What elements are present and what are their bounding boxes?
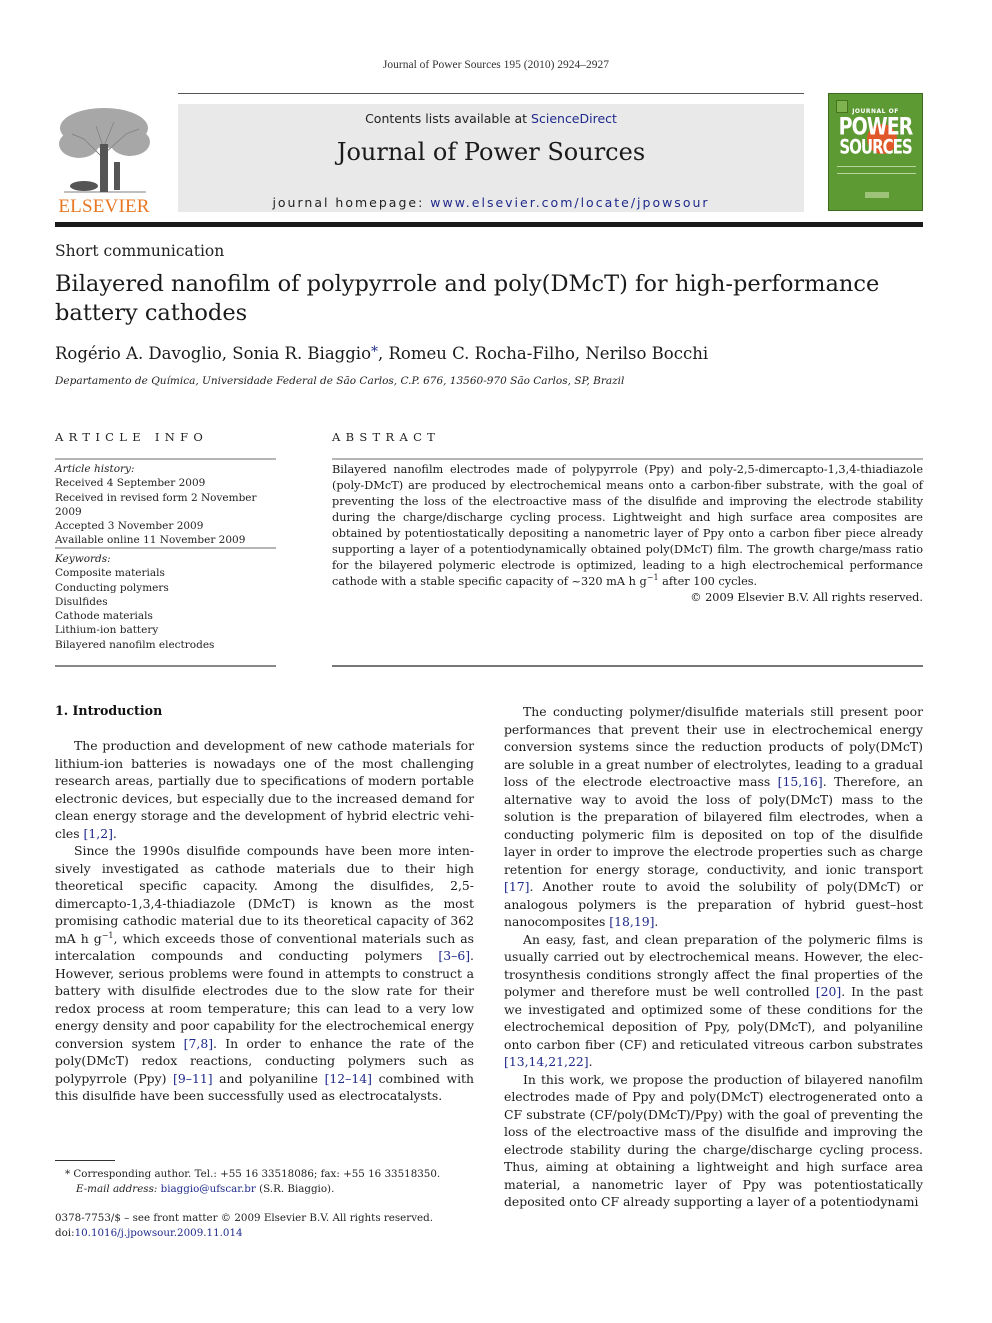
author: , Romeu C. Rocha-Filho, Nerilso Bocchi (378, 344, 709, 363)
article-history: Article history: Received 4 September 20… (55, 462, 285, 548)
history-item: Received in revised form 2 November 2009 (55, 491, 257, 518)
citation-link[interactable]: [1,2] (84, 826, 113, 841)
doi-prefix: doi: (55, 1227, 75, 1239)
abstract-body: Bilayered nanofilm electrodes made of po… (332, 463, 923, 588)
keyword: Bilayered nanofilm electrodes (55, 638, 215, 651)
section-heading-introduction: 1. Introduction (55, 703, 163, 718)
contents-line: Contents lists available at ScienceDirec… (178, 111, 804, 126)
footnote: * Corresponding author. Tel.: +55 16 335… (55, 1167, 485, 1197)
keywords-label: Keywords: (55, 553, 111, 565)
divider (332, 458, 923, 460)
author: Rogério A. Davoglio, (55, 344, 233, 363)
elsevier-wordmark: ELSEVIER (58, 196, 150, 217)
citation-link[interactable]: [12–14] (325, 1071, 372, 1086)
author-list: Rogério A. Davoglio, Sonia R. Biaggio*, … (55, 344, 708, 363)
homepage-prefix: journal homepage: (272, 195, 431, 210)
history-item: Available online 11 November 2009 (55, 534, 246, 547)
abstract-heading: ABSTRACT (332, 430, 441, 444)
text-run: . (654, 914, 659, 929)
article-type: Short communication (55, 242, 225, 260)
article-title: Bilayered nanofilm of polypyrrole and po… (55, 271, 880, 326)
citation-link[interactable]: [13,14,21,22] (504, 1054, 589, 1069)
cover-publisher-mark (865, 192, 889, 198)
body-paragraph: The production and development of new ca… (55, 737, 474, 842)
text-run: . (588, 1054, 593, 1069)
text-run: . Another route to avoid the solubility … (504, 879, 923, 929)
email-suffix: (S.R. Biaggio). (255, 1183, 335, 1195)
cover-subtitle-lines (837, 166, 916, 174)
email-link[interactable]: biaggio@ufscar.br (161, 1183, 256, 1195)
text-run: . Therefore, an alter­native way to avoi… (504, 774, 923, 877)
footnote-rule (55, 1160, 115, 1161)
masthead-thick-rule (55, 222, 923, 227)
cover-line2: SOURCES (839, 135, 912, 159)
text-run: The production and development of new ca… (55, 738, 474, 841)
body-paragraph: The conducting polymer/disulfide materia… (504, 703, 923, 931)
divider (332, 665, 923, 667)
citation-link[interactable]: [17] (504, 879, 529, 894)
keyword: Cathode materials (55, 610, 153, 623)
front-matter: 0378-7753/$ – see front matter © 2009 El… (55, 1211, 485, 1241)
body-paragraph: An easy, fast, and clean preparation of … (504, 931, 923, 1071)
article-info-heading: ARTICLE INFO (55, 430, 209, 444)
abstract-copyright: © 2009 Elsevier B.V. All rights reserved… (690, 591, 923, 604)
divider (55, 547, 276, 549)
issn-line: 0378-7753/$ – see front matter © 2009 El… (55, 1212, 433, 1224)
corresponding-author-link[interactable]: * (371, 344, 378, 360)
citation-link[interactable]: [15,16] (778, 774, 823, 789)
abstract-body-end: after 100 cycles. (658, 575, 758, 588)
body-column-left: The production and development of new ca… (55, 737, 474, 1105)
abstract-text: Bilayered nanofilm electrodes made of po… (332, 462, 923, 590)
superscript: −1 (646, 573, 659, 583)
journal-cover-thumbnail[interactable]: JOURNAL OF POWER SOURCES (828, 93, 923, 211)
keyword: Lithium-ion battery (55, 624, 159, 637)
citation-link[interactable]: [18,19] (609, 914, 654, 929)
elsevier-tree-icon (59, 108, 150, 193)
text-run: , which exceeds those of conventional ma… (55, 930, 474, 964)
citation-link[interactable]: [20] (816, 984, 841, 999)
header-rule (178, 93, 804, 94)
citation-link[interactable]: [3–6] (438, 948, 470, 963)
author-corresponding: Sonia R. Biaggio (232, 344, 372, 363)
history-item: Accepted 3 November 2009 (55, 520, 204, 533)
corresponding-author-note: Corresponding author. Tel.: +55 16 33518… (70, 1168, 441, 1180)
history-item: Received 4 September 2009 (55, 477, 206, 490)
sciencedirect-link[interactable]: ScienceDirect (531, 111, 617, 126)
journal-homepage-line: journal homepage: www.elsevier.com/locat… (178, 195, 804, 210)
divider (55, 665, 276, 667)
affiliation: Departamento de Química, Universidade Fe… (55, 375, 625, 387)
superscript: −1 (101, 930, 114, 940)
doi-link[interactable]: 10.1016/j.jpowsour.2009.11.014 (75, 1227, 243, 1239)
keyword: Conducting polymers (55, 581, 169, 594)
keyword: Composite materials (55, 567, 165, 580)
article-history-label: Article history: (55, 463, 135, 475)
keywords: Keywords: Composite materials Conducting… (55, 552, 285, 652)
journal-title: Journal of Power Sources (336, 138, 646, 166)
text-run: In this work, we propose the production … (504, 1071, 923, 1210)
contents-prefix: Contents lists available at (365, 111, 532, 126)
journal-homepage-link[interactable]: www.elsevier.com/locate/jpowsour (430, 195, 709, 210)
elsevier-logo[interactable]: ELSEVIER (52, 104, 156, 217)
keyword: Disulfides (55, 595, 108, 608)
email-label: E-mail address: (76, 1183, 158, 1195)
text-run: . (112, 825, 117, 841)
citation-link[interactable]: [7,8] (184, 1036, 213, 1051)
text-run: and polyaniline (212, 1070, 325, 1086)
journal-masthead: Contents lists available at ScienceDirec… (178, 104, 804, 212)
running-header: Journal of Power Sources 195 (2010) 2924… (382, 59, 610, 71)
body-column-right: The conducting polymer/disulfide materia… (504, 703, 923, 1211)
citation-link[interactable]: [9–11] (173, 1071, 213, 1086)
divider (55, 458, 276, 460)
body-paragraph: Since the 1990s disulfide compounds have… (55, 842, 474, 1105)
body-paragraph: In this work, we propose the production … (504, 1071, 923, 1211)
